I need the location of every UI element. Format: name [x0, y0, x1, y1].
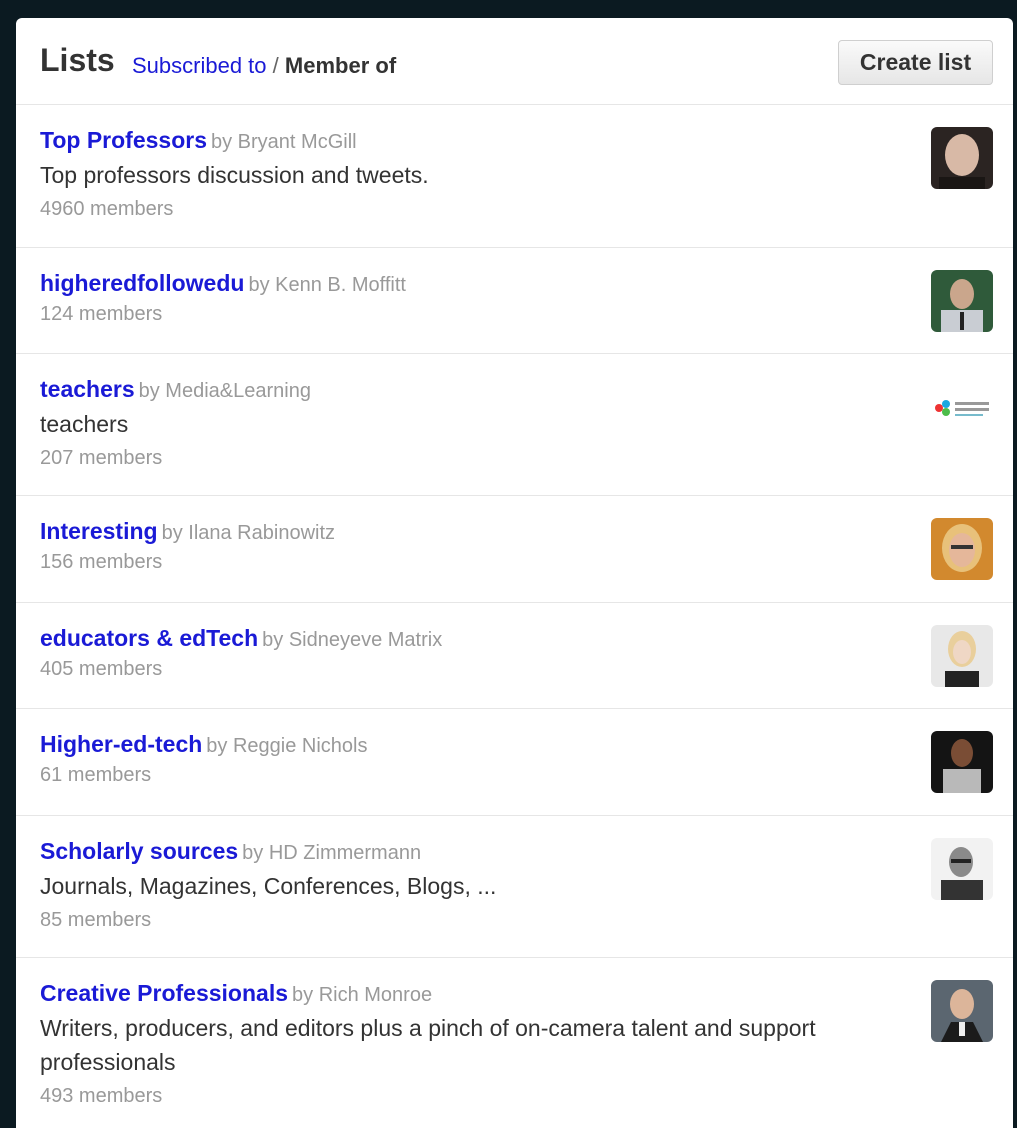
- list-member-count: 207 members: [40, 447, 163, 469]
- list-member-count: 4960 members: [40, 198, 174, 220]
- avatar[interactable]: [931, 980, 993, 1042]
- list-member-count: 493 members: [40, 1085, 163, 1107]
- list-owner: by HD Zimmermann: [242, 842, 422, 864]
- list-name-link[interactable]: Higher-ed-tech: [40, 731, 202, 757]
- list-member-count: 85 members: [40, 909, 152, 931]
- avatar[interactable]: [931, 376, 993, 438]
- list-description: Writers, producers, and editors plus a p…: [40, 1015, 816, 1075]
- list-item: teachers by Media&Learning teachers 207 m…: [16, 354, 1013, 496]
- list-name-link[interactable]: Interesting: [40, 518, 158, 544]
- list-item: Interesting by Ilana Rabinowitz 156 membe…: [16, 496, 1013, 603]
- list-name-link[interactable]: Creative Professionals: [40, 980, 288, 1006]
- list-description: Top professors discussion and tweets.: [40, 162, 429, 188]
- list-member-count: 156 members: [40, 551, 163, 573]
- lists-panel: Lists Subscribed to / Member of Create l…: [16, 18, 1013, 1128]
- avatar[interactable]: [931, 625, 993, 687]
- list-name-link[interactable]: teachers: [40, 376, 135, 402]
- lists-tabs: Subscribed to / Member of: [132, 53, 396, 79]
- create-list-button[interactable]: Create list: [838, 40, 993, 85]
- tab-member-of[interactable]: Member of: [285, 53, 396, 78]
- list-description: teachers: [40, 411, 129, 437]
- list-member-count: 124 members: [40, 303, 163, 325]
- list-item: higheredfollowedu by Kenn B. Moffitt 124 …: [16, 248, 1013, 354]
- tab-separator: /: [272, 53, 279, 78]
- list-owner: by Rich Monroe: [292, 984, 433, 1006]
- list-name-link[interactable]: Scholarly sources: [40, 838, 238, 864]
- list-owner: by Sidneyeve Matrix: [262, 629, 443, 651]
- page-title: Lists: [40, 42, 115, 78]
- list-item: Top Professors by Bryant McGill Top profe…: [16, 105, 1013, 248]
- avatar[interactable]: [931, 731, 993, 793]
- list-name-link[interactable]: higheredfollowedu: [40, 270, 244, 296]
- list-owner: by Reggie Nichols: [206, 735, 368, 757]
- list-item: Creative Professionals by Rich Monroe Wri…: [16, 958, 1013, 1128]
- list-item: educators & edTech by Sidneyeve Matrix 40…: [16, 603, 1013, 709]
- avatar[interactable]: [931, 518, 993, 580]
- list-name-link[interactable]: educators & edTech: [40, 625, 258, 651]
- avatar[interactable]: [931, 270, 993, 332]
- avatar[interactable]: [931, 127, 993, 189]
- list-member-count: 61 members: [40, 764, 152, 786]
- list-owner: by Media&Learning: [138, 380, 311, 402]
- avatar[interactable]: [931, 838, 993, 900]
- list-owner: by Ilana Rabinowitz: [161, 522, 336, 544]
- lists-header: Lists Subscribed to / Member of Create l…: [16, 18, 1013, 105]
- list-member-count: 405 members: [40, 658, 163, 680]
- list-item: Higher-ed-tech by Reggie Nichols 61 membe…: [16, 709, 1013, 816]
- tab-subscribed-to[interactable]: Subscribed to: [132, 53, 267, 78]
- list-owner: by Bryant McGill: [211, 131, 357, 153]
- list-owner: by Kenn B. Moffitt: [248, 274, 406, 296]
- list-item: Scholarly sources by HD Zimmermann Journa…: [16, 816, 1013, 958]
- list-name-link[interactable]: Top Professors: [40, 127, 207, 153]
- list-description: Journals, Magazines, Conferences, Blogs,…: [40, 873, 497, 899]
